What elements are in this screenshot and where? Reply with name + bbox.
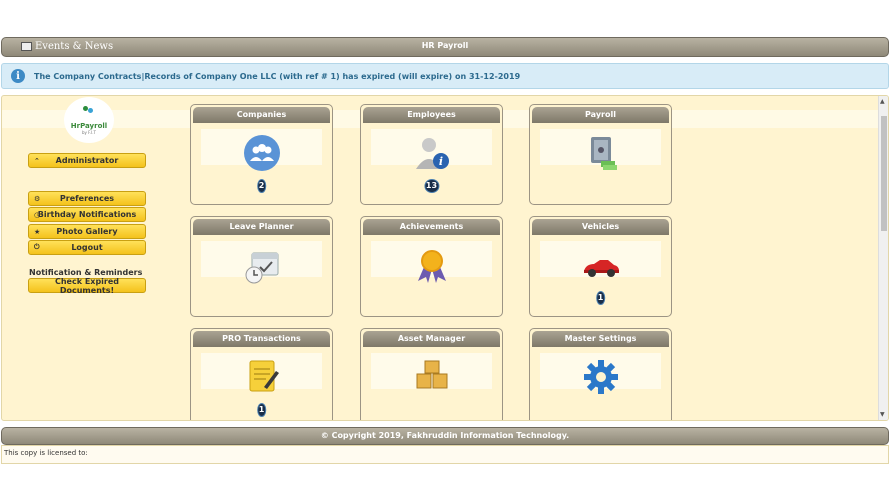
gear-icon: ⚙	[34, 194, 41, 203]
tile-title: Master Settings	[532, 331, 669, 347]
star-icon: ★	[34, 227, 41, 236]
birthday-notifications-button[interactable]: ◷ Birthday Notifications	[28, 207, 146, 222]
tile-title: Vehicles	[532, 219, 669, 235]
gear-icon	[583, 360, 618, 394]
scroll-thumb[interactable]	[881, 116, 887, 231]
tile-count: 13	[423, 179, 440, 193]
award-ribbon-icon	[417, 250, 446, 283]
tile-count: 2	[256, 179, 267, 193]
svg-text:i: i	[438, 155, 442, 168]
tile-employees[interactable]: Employees i 13	[360, 104, 503, 205]
tile-count: 1	[256, 403, 267, 417]
calendar-clock-icon	[245, 252, 278, 284]
tile-title: PRO Transactions	[193, 331, 330, 347]
alert-message: The Company Contracts|Records of Company…	[34, 71, 521, 81]
notepad-pen-icon	[249, 360, 279, 392]
chevron-up-icon: ⌃	[34, 156, 40, 165]
tile-vehicles[interactable]: Vehicles 1	[529, 216, 672, 317]
employee-info-icon: i	[415, 138, 449, 169]
app-logo: HrPayroll by F.I.T	[64, 97, 114, 143]
administrator-button[interactable]: ⌃ Administrator	[28, 153, 146, 168]
tile-title: Payroll	[532, 107, 669, 123]
car-icon	[583, 260, 619, 277]
tile-title: Companies	[193, 107, 330, 123]
vertical-scrollbar[interactable]: ▲ ▼	[878, 96, 888, 420]
tile-companies[interactable]: Companies 2	[190, 104, 333, 205]
tile-achievements[interactable]: Achievements	[360, 216, 503, 317]
info-icon: i	[11, 69, 25, 83]
safe-money-icon	[590, 137, 617, 170]
power-icon: ⏻	[34, 243, 40, 251]
tile-title: Asset Manager	[363, 331, 500, 347]
photo-gallery-button[interactable]: ★ Photo Gallery	[28, 224, 146, 239]
license-text: This copy is licensed to:	[1, 445, 889, 464]
scroll-up-icon[interactable]: ▲	[880, 98, 885, 105]
tile-payroll[interactable]: Payroll	[529, 104, 672, 205]
preferences-button[interactable]: ⚙ Preferences	[28, 191, 146, 206]
tile-asset-manager[interactable]: Asset Manager	[360, 328, 503, 420]
tile-pro-transactions[interactable]: PRO Transactions 1	[190, 328, 333, 420]
tile-title: Employees	[363, 107, 500, 123]
clock-icon: ◷	[34, 210, 41, 219]
tile-count: 1	[595, 291, 606, 305]
logout-button[interactable]: ⏻ Logout	[28, 240, 146, 255]
window-titlebar: Events & News HR Payroll	[1, 37, 889, 57]
logo-figures-icon	[81, 105, 97, 122]
expiry-alert: i The Company Contracts|Records of Compa…	[1, 63, 889, 89]
tile-title: Leave Planner	[193, 219, 330, 235]
boxes-icon	[416, 360, 447, 389]
check-expired-documents-button[interactable]: Check Expired Documents!	[28, 277, 146, 295]
copyright-bar: © Copyright 2019, Fakhruddin Information…	[1, 427, 889, 445]
main-panel: HrPayroll by F.I.T ⌃ Administrator ⚙ Pre…	[1, 95, 889, 421]
logo-by: by F.I.T	[81, 129, 96, 135]
logo-name: HrPayroll	[70, 121, 108, 130]
tile-master-settings[interactable]: Master Settings	[529, 328, 672, 420]
page-title: HR Payroll	[421, 41, 469, 50]
tile-leave-planner[interactable]: Leave Planner	[190, 216, 333, 317]
people-icon	[243, 135, 280, 171]
scroll-down-icon[interactable]: ▼	[880, 411, 885, 418]
tile-title: Achievements	[363, 219, 500, 235]
